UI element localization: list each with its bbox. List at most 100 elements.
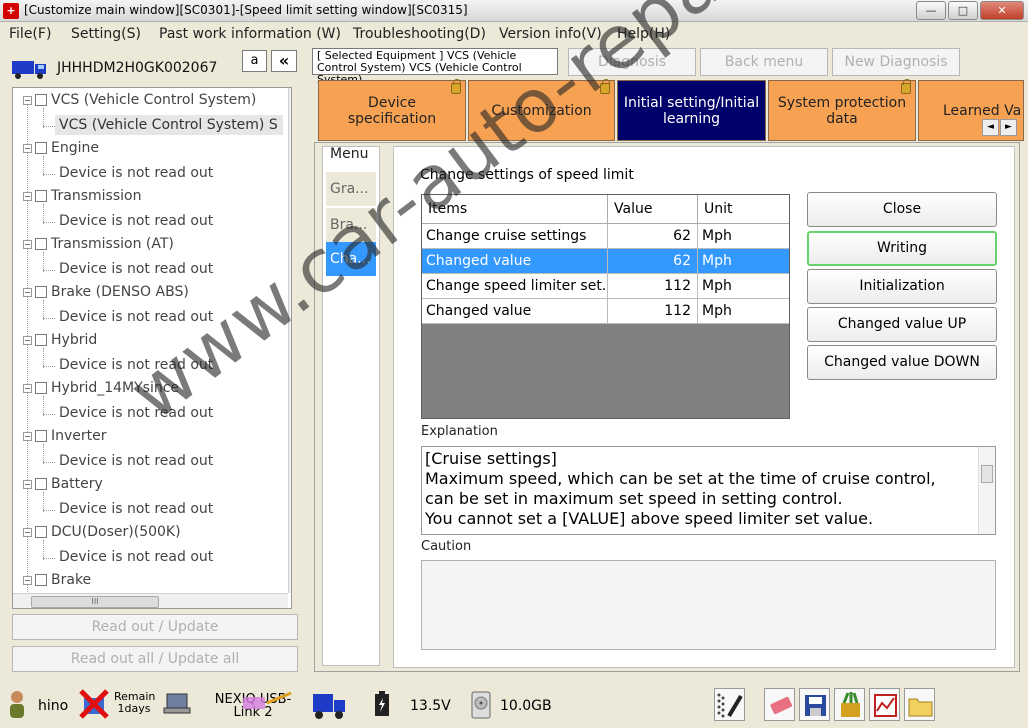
tree-child-item[interactable]: Device is not read out (59, 309, 213, 325)
tab-system-protection-data[interactable]: System protection data (768, 79, 916, 141)
tree-checkbox[interactable] (35, 190, 47, 202)
tree-child-item[interactable]: Device is not read out (59, 165, 213, 181)
ecu-tree[interactable]: − VCS (Vehicle Control System) VCS (Vehicl… (12, 87, 292, 609)
tree-node[interactable]: − Hybrid (23, 332, 97, 352)
minimize-button[interactable]: — (916, 1, 946, 20)
table-row[interactable]: Change cruise settings 62 Mph (422, 224, 789, 249)
tree-child-item[interactable]: Device is not read out (59, 549, 213, 565)
tree-checkbox[interactable] (35, 574, 47, 586)
explanation-scroll-thumb[interactable] (981, 465, 993, 483)
tree-checkbox[interactable] (35, 478, 47, 490)
table-row[interactable]: Changed value 112 Mph (422, 299, 789, 324)
tree-expander-icon[interactable]: − (23, 239, 32, 249)
tree-expander-icon[interactable]: − (23, 287, 32, 297)
tree-expander-icon[interactable]: − (23, 143, 32, 153)
close-button[interactable]: Close (807, 192, 997, 227)
tab-scroll-right-button[interactable]: ► (1000, 119, 1017, 136)
tree-node[interactable]: − Transmission (AT) (23, 236, 174, 256)
disk-icon (471, 691, 491, 719)
explanation-scrollbar[interactable] (978, 447, 995, 534)
tree-horizontal-scrollbar[interactable]: III (13, 593, 288, 608)
tree-node[interactable]: − Brake (DENSO ABS) (23, 284, 189, 304)
tree-child-item[interactable]: Device is not read out (59, 357, 213, 373)
writing-button[interactable]: Writing (807, 231, 997, 266)
column-header-unit[interactable]: Unit (698, 195, 789, 224)
side-menu-item-change[interactable]: Cha... (326, 242, 376, 276)
save-tool-button[interactable] (799, 688, 830, 721)
tree-expander-icon[interactable]: − (23, 431, 32, 441)
menu-file[interactable]: File(F) (9, 26, 51, 42)
tree-node[interactable]: − Inverter (23, 428, 107, 448)
tree-node[interactable]: − Transmission (23, 188, 141, 208)
tree-expander-icon[interactable]: − (23, 575, 32, 585)
folder-icon (908, 698, 933, 717)
graph-tool-button[interactable] (869, 688, 900, 721)
eraser-tool-button[interactable] (764, 688, 795, 721)
tree-expander-icon[interactable]: − (23, 335, 32, 345)
tree-node[interactable]: − Battery (23, 476, 103, 496)
tree-expander-icon[interactable]: − (23, 479, 32, 489)
tree-expander-icon[interactable]: − (23, 383, 32, 393)
read-out-all-update-button[interactable]: Read out all / Update all (12, 646, 298, 672)
explanation-text: [Cruise settings] Maximum speed, which c… (425, 449, 975, 529)
tab-customization[interactable]: Customization (468, 79, 615, 141)
tree-child-item[interactable]: Device is not read out (59, 405, 213, 421)
new-diagnosis-button[interactable]: New Diagnosis (832, 48, 960, 76)
a-button[interactable]: a (242, 50, 267, 72)
tree-child-item[interactable]: Device is not read out (59, 453, 213, 469)
menu-version-info[interactable]: Version info(V) (499, 26, 602, 42)
tree-connector (43, 300, 44, 320)
tree-checkbox[interactable] (35, 382, 47, 394)
tab-device-specification[interactable]: Device specification (318, 79, 466, 141)
tree-node[interactable]: − Brake (23, 572, 91, 592)
tree-node[interactable]: − Engine (23, 140, 99, 160)
menu-troubleshooting[interactable]: Troubleshooting(D) (353, 26, 486, 42)
tree-expander-icon[interactable]: − (23, 95, 32, 105)
tree-checkbox[interactable] (35, 334, 47, 346)
back-menu-button[interactable]: Back menu (700, 48, 828, 76)
tree-child-item[interactable]: Device is not read out (59, 261, 213, 277)
changed-value-up-button[interactable]: Changed value UP (807, 307, 997, 342)
initialization-button[interactable]: Initialization (807, 269, 997, 304)
side-menu-item-graph[interactable]: Gra... (326, 172, 376, 206)
tree-node[interactable]: − VCS (Vehicle Control System) (23, 92, 256, 112)
tree-checkbox[interactable] (35, 142, 47, 154)
tree-vertical-scrollbar[interactable] (288, 88, 292, 593)
diagnosis-button[interactable]: Diagnosis (568, 48, 696, 76)
maximize-button[interactable]: □ (948, 1, 978, 20)
menu-help[interactable]: Help(H) (617, 26, 670, 42)
tree-child-item[interactable]: VCS (Vehicle Control System) S (59, 117, 278, 133)
explanation-box[interactable]: [Cruise settings] Maximum speed, which c… (421, 446, 996, 535)
folder-tool-button[interactable] (904, 688, 935, 721)
grip-tool-button[interactable] (714, 688, 745, 721)
table-row[interactable]: Change speed limiter set... 112 Mph (422, 274, 789, 299)
tree-expander-icon[interactable]: − (23, 527, 32, 537)
settings-tool-button[interactable] (834, 688, 865, 721)
tree-horizontal-scroll-thumb[interactable]: III (31, 596, 159, 608)
tree-expander-icon[interactable]: − (23, 191, 32, 201)
tree-checkbox[interactable] (35, 94, 47, 106)
menu-setting[interactable]: Setting(S) (71, 26, 141, 42)
tab-initial-setting[interactable]: Initial setting/Initial learning (617, 80, 766, 141)
close-window-button[interactable]: ✕ (980, 1, 1024, 20)
tree-checkbox[interactable] (35, 286, 47, 298)
tree-checkbox[interactable] (35, 430, 47, 442)
tree-checkbox[interactable] (35, 238, 47, 250)
tree-checkbox[interactable] (35, 526, 47, 538)
changed-value-down-button[interactable]: Changed value DOWN (807, 345, 997, 380)
cell-unit: Mph (702, 303, 732, 319)
tree-connector (43, 540, 44, 560)
menu-past-work[interactable]: Past work information (W) (159, 26, 341, 42)
table-row-selected[interactable]: Changed value 62 Mph (422, 249, 789, 274)
collapse-panel-button[interactable]: « (271, 50, 297, 72)
tree-vertical-scroll-thumb[interactable] (291, 106, 292, 416)
column-header-value[interactable]: Value (608, 195, 698, 224)
tree-child-item[interactable]: Device is not read out (59, 213, 213, 229)
tree-node[interactable]: − DCU(Doser)(500K) (23, 524, 181, 544)
tree-node[interactable]: − Hybrid_14MYsince (23, 380, 179, 400)
read-out-update-button[interactable]: Read out / Update (12, 614, 298, 640)
tab-scroll-left-button[interactable]: ◄ (982, 119, 999, 136)
tree-child-item[interactable]: Device is not read out (59, 501, 213, 517)
column-header-items[interactable]: Items (422, 195, 608, 224)
side-menu-item-brake[interactable]: Bra... (326, 208, 376, 242)
